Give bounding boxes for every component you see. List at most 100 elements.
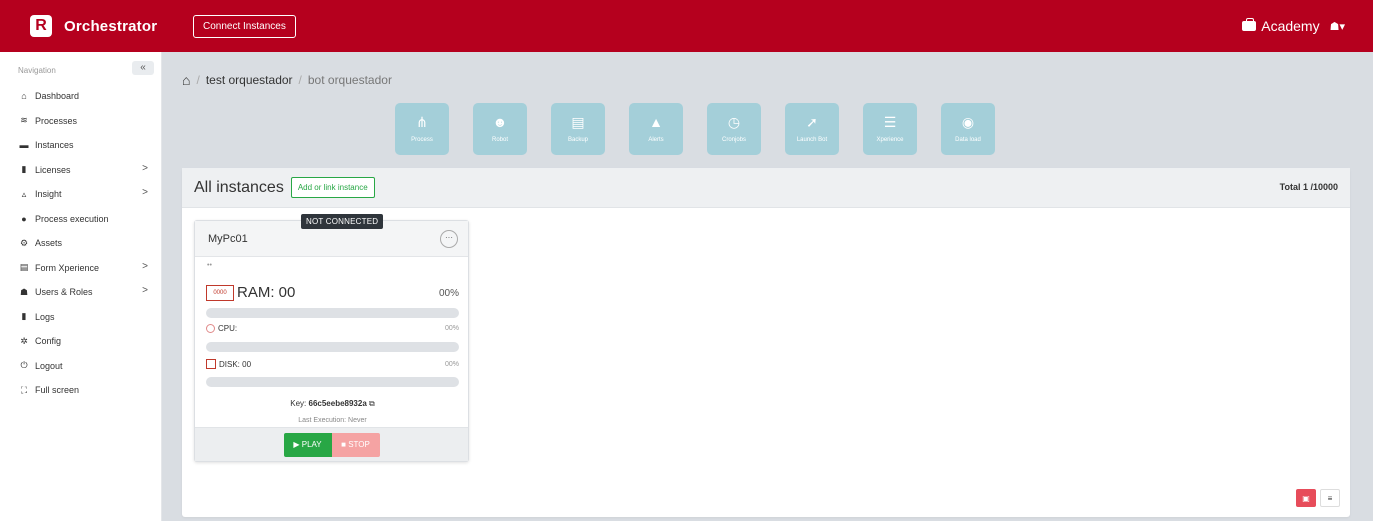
instance-key: Key: 66c5eebe8932a ⧉ bbox=[195, 399, 470, 409]
card-view-button[interactable]: ▣ bbox=[1296, 489, 1316, 507]
cogs-icon: ⚙ bbox=[19, 237, 29, 248]
sidebar-item-users-roles[interactable]: ☗ Users & Roles > bbox=[18, 280, 154, 305]
workspace-selector[interactable]: Academy bbox=[1242, 18, 1320, 34]
sidebar-item-label: Config bbox=[35, 336, 62, 347]
copy-icon[interactable]: ⧉ bbox=[369, 399, 375, 408]
cpu-percent: 00% bbox=[444, 325, 459, 332]
user-menu-button[interactable]: ☗▾ bbox=[1330, 20, 1345, 33]
chevron-right-icon: > bbox=[142, 162, 148, 174]
breadcrumb-item-workspace[interactable]: test orquestador bbox=[206, 73, 293, 87]
sidebar-item-logout[interactable]: ⏻ Logout bbox=[18, 354, 154, 379]
cpu-progress-bar bbox=[206, 342, 459, 352]
server-icon: ▬ bbox=[19, 140, 29, 151]
top-right-menu: Academy ☗▾ bbox=[1242, 0, 1345, 52]
tile-label: Data load bbox=[955, 137, 981, 143]
sidebar-item-licenses[interactable]: ▮ Licenses > bbox=[18, 158, 154, 183]
quick-access-tiles: ⋔ Process ☻ Robot ▤ Backup ▲ Alerts ◷ Cronjobs ➚ La… bbox=[395, 103, 995, 155]
view-toggle: ▣ ≡ bbox=[1296, 489, 1340, 507]
cpu-metric: CPU: 00% bbox=[206, 324, 459, 333]
key-prefix: Key: bbox=[290, 399, 309, 408]
workspace-label: Academy bbox=[1261, 18, 1320, 34]
brand-name: Orchestrator bbox=[64, 17, 158, 35]
tile-launch-bot[interactable]: ➚ Launch Bot bbox=[785, 103, 839, 155]
disk-progress-bar bbox=[206, 377, 459, 387]
instance-card: NOT CONNECTED MyPc01 ··· •• 0000 RAM: 00… bbox=[194, 214, 470, 462]
more-options-button[interactable]: ··· bbox=[440, 230, 458, 248]
cpu-icon bbox=[206, 324, 215, 333]
disk-metric: DISK: 00 00% bbox=[206, 359, 459, 369]
list-icon: ☰ bbox=[883, 114, 897, 130]
sidebar-item-process-execution[interactable]: ● Process execution bbox=[18, 207, 154, 232]
chevron-right-icon: > bbox=[142, 285, 148, 296]
sidebar-item-instances[interactable]: ▬ Instances bbox=[18, 133, 154, 158]
sidebar-item-dashboard[interactable]: ⌂ Dashboard bbox=[18, 84, 154, 109]
list-view-button[interactable]: ≡ bbox=[1320, 489, 1340, 507]
briefcase-icon bbox=[1242, 18, 1257, 31]
play-button[interactable]: ▶ PLAY bbox=[283, 432, 332, 457]
tile-alerts[interactable]: ▲ Alerts bbox=[629, 103, 683, 155]
sidebar-item-processes[interactable]: ≋ Processes bbox=[18, 109, 154, 134]
home-icon[interactable]: ⌂ bbox=[182, 72, 190, 88]
last-execution: Last Execution: Never bbox=[298, 417, 367, 424]
tile-label: Backup bbox=[567, 137, 588, 143]
sidebar-item-label: Form Xperience bbox=[35, 262, 100, 273]
sidebar-item-label: Licenses bbox=[35, 164, 71, 175]
disk-label: DISK: 00 bbox=[219, 359, 252, 369]
expand-icon: ⛶ bbox=[20, 384, 28, 395]
instance-name: MyPc01 bbox=[208, 232, 248, 245]
add-instance-button[interactable]: Add or link instance bbox=[290, 177, 375, 198]
sidebar-item-insight[interactable]: ▵ Insight > bbox=[18, 182, 154, 207]
file-icon: ▮ bbox=[21, 311, 27, 322]
sidebar-item-label: Assets bbox=[35, 238, 63, 249]
tile-backup[interactable]: ▤ Backup bbox=[551, 103, 605, 155]
sidebar-item-label: Process execution bbox=[35, 213, 109, 224]
sidebar-item-form-xperience[interactable]: ▤ Form Xperience > bbox=[18, 256, 154, 281]
sidebar-item-logs[interactable]: ▮ Logs bbox=[18, 305, 154, 330]
sidebar-item-config[interactable]: ✲ Config bbox=[18, 329, 154, 354]
breadcrumb-item-current: bot orquestador bbox=[307, 73, 392, 87]
connect-instances-button[interactable]: Connect Instances bbox=[193, 14, 296, 38]
memory-icon: 0000 bbox=[206, 284, 234, 301]
sidebar-item-label: Logout bbox=[35, 360, 63, 371]
status-badge: NOT CONNECTED bbox=[301, 214, 384, 229]
form-icon: ▤ bbox=[19, 262, 29, 273]
stop-button[interactable]: ■ STOP bbox=[331, 432, 380, 457]
tile-label: Launch Bot bbox=[796, 137, 828, 143]
layers-icon: ≋ bbox=[20, 115, 28, 126]
breadcrumb: ⌂ / test orquestador / bot orquestador bbox=[182, 72, 392, 88]
rocket-icon: ➚ bbox=[806, 114, 818, 130]
tile-label: Xperience bbox=[876, 137, 904, 143]
ram-progress-bar bbox=[206, 308, 459, 318]
robot-icon: ☻ bbox=[492, 114, 508, 130]
instances-panel: All instances Add or link instance Total… bbox=[182, 168, 1350, 517]
sidebar-item-label: Processes bbox=[35, 115, 78, 126]
key-value: 66c5eebe8932a bbox=[308, 399, 367, 408]
gauge-icon: ● bbox=[21, 213, 27, 224]
tile-process[interactable]: ⋔ Process bbox=[395, 103, 449, 155]
sidebar-item-label: Insight bbox=[35, 189, 62, 200]
ram-metric: 0000 RAM: 00 00% bbox=[206, 284, 459, 301]
tile-robot[interactable]: ☻ Robot bbox=[473, 103, 527, 155]
gear-icon: ✲ bbox=[20, 335, 28, 346]
caret-icon: ▾ bbox=[1339, 20, 1345, 33]
power-icon: ⏻ bbox=[20, 360, 28, 371]
breadcrumb-separator: / bbox=[298, 73, 302, 87]
brand[interactable]: R Orchestrator bbox=[0, 0, 163, 52]
top-bar: R Orchestrator Connect Instances Academy… bbox=[0, 0, 1373, 52]
sidebar-item-label: Dashboard bbox=[35, 91, 80, 102]
nav-list: ⌂ Dashboard ≋ Processes ▬ Instances ▮ Licenses >… bbox=[18, 84, 154, 403]
collapse-sidebar-button[interactable]: « bbox=[132, 61, 154, 75]
chevron-right-icon: > bbox=[142, 187, 148, 198]
users-icon: ☗ bbox=[19, 286, 29, 297]
panel-header: All instances Add or link instance Total… bbox=[182, 168, 1350, 208]
sidebar-item-assets[interactable]: ⚙ Assets bbox=[18, 231, 154, 256]
sidebar-item-full-screen[interactable]: ⛶ Full screen bbox=[18, 378, 154, 403]
tile-cronjobs[interactable]: ◷ Cronjobs bbox=[707, 103, 761, 155]
sidebar-item-label: Users & Roles bbox=[35, 287, 93, 298]
disk-percent: 00% bbox=[444, 360, 459, 368]
tile-data-load[interactable]: ◉ Data load bbox=[941, 103, 995, 155]
tile-label: Process bbox=[411, 137, 433, 143]
sidebar-item-label: Instances bbox=[35, 140, 74, 151]
tile-xperience[interactable]: ☰ Xperience bbox=[863, 103, 917, 155]
brand-logo-icon: R bbox=[30, 15, 52, 37]
